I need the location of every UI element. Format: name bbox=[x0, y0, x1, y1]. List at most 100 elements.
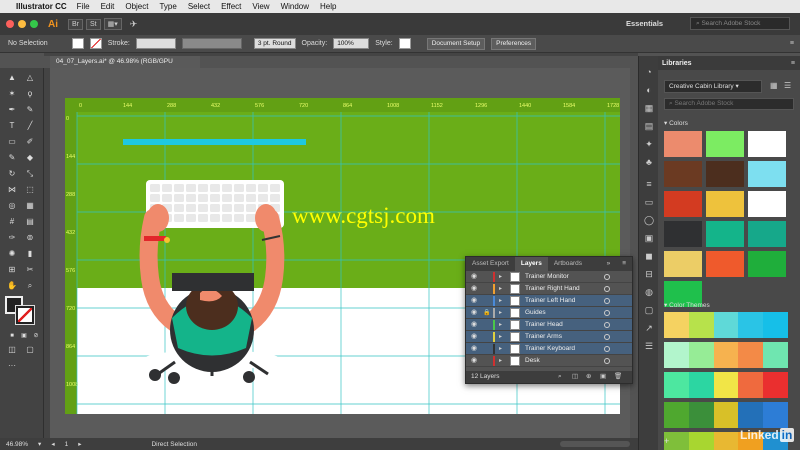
menu-window[interactable]: Window bbox=[281, 2, 309, 11]
stock-search-input[interactable]: ⌕ Search Adobe Stock bbox=[690, 17, 790, 30]
symbols-icon[interactable]: ♣ bbox=[642, 156, 656, 168]
library-color-swatch[interactable] bbox=[748, 161, 786, 187]
libraries-menu-icon[interactable]: ≡ bbox=[791, 60, 795, 67]
color-theme[interactable] bbox=[664, 372, 788, 398]
graphic-styles-icon[interactable]: ◼ bbox=[642, 250, 656, 262]
brushes-icon[interactable]: ✦ bbox=[642, 138, 656, 150]
menu-edit[interactable]: Edit bbox=[101, 2, 115, 11]
visibility-eye-icon[interactable]: ◉ bbox=[471, 271, 477, 283]
library-select[interactable]: Creative Cabin Library ▾ bbox=[664, 80, 762, 93]
color-theme[interactable] bbox=[664, 342, 788, 368]
document-setup-button[interactable]: Document Setup bbox=[426, 37, 486, 50]
list-view-icon[interactable]: ☰ bbox=[784, 81, 791, 90]
library-color-swatch[interactable] bbox=[748, 191, 786, 217]
expand-arrow-icon[interactable]: ▸ bbox=[499, 343, 502, 355]
layer-name[interactable]: Trainer Right Hand bbox=[525, 283, 580, 295]
zoom-field[interactable]: 46.98% bbox=[6, 441, 28, 448]
menu-effect[interactable]: Effect bbox=[221, 2, 241, 11]
layer-row[interactable]: ◉ ▸ Trainer Monitor bbox=[466, 271, 632, 283]
rectangle-tool-icon[interactable]: ▭ bbox=[6, 136, 18, 148]
rotate-tool-icon[interactable]: ↻ bbox=[6, 168, 18, 180]
lock-icon[interactable]: 🔒 bbox=[483, 307, 490, 319]
pathfinder-icon[interactable]: ◍ bbox=[642, 286, 656, 298]
layer-row[interactable]: ◉ ▸ Trainer Head bbox=[466, 319, 632, 331]
swatches-icon[interactable]: ▤ bbox=[642, 120, 656, 132]
expand-arrow-icon[interactable]: ▸ bbox=[499, 331, 502, 343]
brush-definition-select[interactable]: 3 pt. Round bbox=[253, 38, 296, 49]
target-icon[interactable] bbox=[604, 274, 610, 280]
expand-arrow-icon[interactable]: ▸ bbox=[499, 271, 502, 283]
transform-icon[interactable]: ▢ bbox=[642, 304, 656, 316]
gradient-swatch-icon[interactable]: ▣ bbox=[18, 330, 30, 342]
selection-tool-icon[interactable]: ▲ bbox=[6, 72, 18, 84]
themes-section-title[interactable]: ▾ Color Themes bbox=[664, 301, 710, 309]
library-color-swatch[interactable] bbox=[664, 191, 702, 217]
library-color-swatch[interactable] bbox=[664, 161, 702, 187]
library-color-swatch[interactable] bbox=[664, 251, 702, 277]
gpu-performance-icon[interactable]: ✈ bbox=[130, 19, 138, 30]
layers-icon[interactable]: ☰ bbox=[642, 340, 656, 352]
library-color-swatch[interactable] bbox=[706, 251, 744, 277]
zoom-window-button[interactable] bbox=[30, 20, 38, 28]
type-tool-icon[interactable]: T bbox=[6, 120, 18, 132]
menu-select[interactable]: Select bbox=[188, 2, 210, 11]
stock-button[interactable]: St bbox=[86, 18, 101, 30]
target-icon[interactable] bbox=[604, 298, 610, 304]
document-tab[interactable]: 04_07_Layers.ai* @ 46.98% (RGB/GPU Previ… bbox=[50, 56, 200, 77]
layer-name[interactable]: Trainer Monitor bbox=[525, 271, 569, 283]
free-transform-icon[interactable]: ⬚ bbox=[24, 184, 36, 196]
graph-tool-icon[interactable]: ▮ bbox=[24, 248, 36, 260]
colors-section-title[interactable]: ▾ Colors bbox=[664, 119, 688, 127]
layer-row[interactable]: ◉ ▸ Trainer Keyboard bbox=[466, 343, 632, 355]
layer-row[interactable]: ◉ ▸ Desk bbox=[466, 355, 632, 367]
graphic-style-swatch[interactable] bbox=[398, 38, 411, 49]
visibility-eye-icon[interactable]: ◉ bbox=[471, 283, 477, 295]
direct-selection-tool-icon[interactable]: △ bbox=[24, 72, 36, 84]
collapse-panel-icon[interactable]: » bbox=[601, 257, 617, 271]
blend-tool-icon[interactable]: ⊚ bbox=[24, 232, 36, 244]
lasso-icon[interactable]: ϙ bbox=[24, 88, 36, 100]
target-icon[interactable] bbox=[604, 346, 610, 352]
hand-tool-icon[interactable]: ✋ bbox=[6, 280, 18, 292]
none-swatch-icon[interactable]: ⊘ bbox=[30, 330, 42, 342]
screen-mode-icon[interactable]: ▢ bbox=[24, 344, 36, 356]
arrange-documents-icon[interactable]: ▦▾ bbox=[103, 18, 122, 30]
make-clipping-mask-icon[interactable]: ◫ bbox=[572, 371, 578, 383]
next-artboard-icon[interactable]: ▸ bbox=[78, 440, 81, 448]
artboard-number[interactable]: 1 bbox=[65, 441, 69, 448]
library-color-swatch[interactable] bbox=[706, 191, 744, 217]
expand-arrow-icon[interactable]: ▸ bbox=[499, 319, 502, 331]
layer-name[interactable]: Guides bbox=[525, 307, 546, 319]
expand-arrow-icon[interactable]: ▸ bbox=[499, 307, 502, 319]
expand-arrow-icon[interactable]: ▸ bbox=[499, 295, 502, 307]
new-layer-icon[interactable]: ▣ bbox=[600, 371, 606, 383]
tab-layers[interactable]: Layers bbox=[514, 257, 548, 271]
layer-row[interactable]: ◉ ▸ Trainer Left Hand bbox=[466, 295, 632, 307]
properties-icon[interactable]: ◔ bbox=[642, 66, 656, 78]
layer-row[interactable]: ◉ 🔒 ▸ Guides bbox=[466, 307, 632, 319]
grid-view-icon[interactable]: ▦ bbox=[770, 81, 778, 90]
library-color-swatch[interactable] bbox=[706, 161, 744, 187]
add-content-icon[interactable]: + bbox=[664, 436, 669, 446]
variable-width-field[interactable] bbox=[181, 38, 242, 49]
stroke-weight-field[interactable] bbox=[135, 38, 176, 49]
shaper-tool-icon[interactable]: ✎ bbox=[6, 152, 18, 164]
menu-help[interactable]: Help bbox=[320, 2, 336, 11]
perspective-grid-icon[interactable]: ▦ bbox=[24, 200, 36, 212]
scale-tool-icon[interactable]: ⤡ bbox=[24, 168, 36, 180]
library-color-swatch[interactable] bbox=[706, 221, 744, 247]
target-icon[interactable] bbox=[604, 322, 610, 328]
layer-name[interactable]: Desk bbox=[525, 355, 540, 367]
tab-artboards[interactable]: Artboards bbox=[548, 257, 588, 271]
edit-toolbar-icon[interactable]: ··· bbox=[6, 360, 18, 372]
new-sublayer-icon[interactable]: ⊕ bbox=[586, 371, 591, 383]
close-window-button[interactable] bbox=[6, 20, 14, 28]
export-icon[interactable]: ↗ bbox=[642, 322, 656, 334]
layer-name[interactable]: Trainer Head bbox=[525, 319, 563, 331]
library-color-swatch[interactable] bbox=[748, 251, 786, 277]
draw-normal-icon[interactable]: ■ bbox=[6, 330, 18, 342]
workspace-switcher[interactable]: Essentials bbox=[626, 19, 663, 28]
target-icon[interactable] bbox=[604, 358, 610, 364]
color-guide-icon[interactable]: ▦ bbox=[642, 102, 656, 114]
locate-object-icon[interactable]: ⌕ bbox=[558, 371, 562, 383]
